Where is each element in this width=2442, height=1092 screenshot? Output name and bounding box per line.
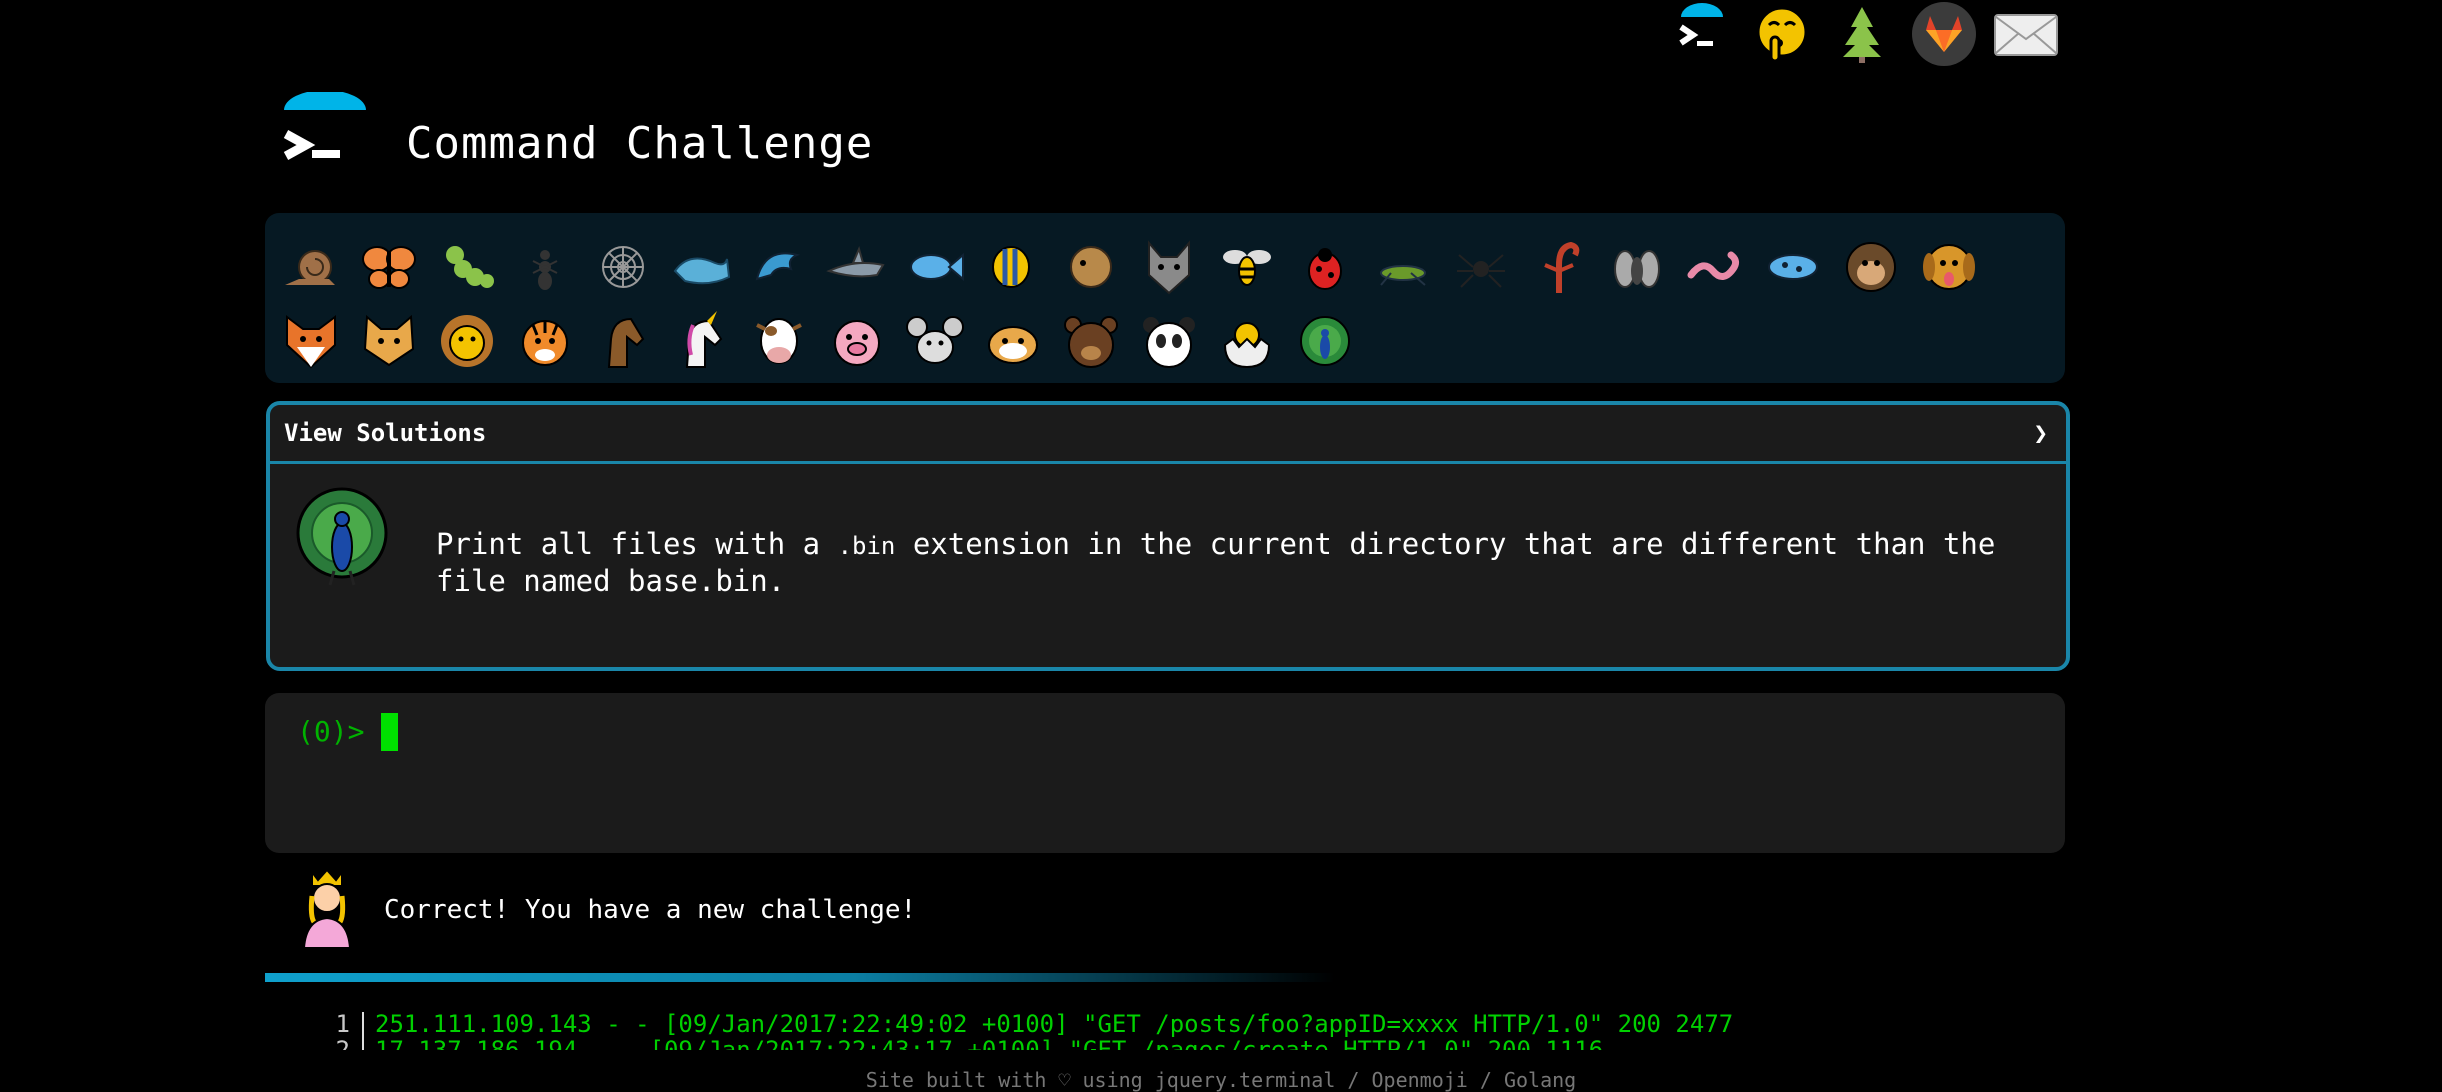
blowfish-icon[interactable]	[1055, 231, 1127, 303]
spider-web-icon[interactable]	[587, 231, 659, 303]
horse-icon[interactable]	[587, 305, 659, 377]
bee-icon[interactable]	[1211, 231, 1283, 303]
challenge-description: Print all files with a .bin extension in…	[436, 527, 2036, 599]
solutions-panel: View Solutions ❯ Print all files with a …	[266, 401, 2070, 671]
solutions-toggle[interactable]: View Solutions ❯	[270, 405, 2066, 464]
ladybug-icon[interactable]	[1289, 231, 1361, 303]
hamster-icon[interactable]	[977, 305, 1049, 377]
page-title: Command Challenge	[406, 118, 874, 169]
panda-icon[interactable]	[1133, 305, 1205, 377]
unicorn-icon[interactable]	[665, 305, 737, 377]
fly-icon[interactable]	[1601, 231, 1673, 303]
line-number: 1	[335, 1010, 350, 1038]
fox-face-icon[interactable]	[275, 305, 347, 377]
dolphin-icon[interactable]	[743, 231, 815, 303]
mouse-face-icon[interactable]	[899, 305, 971, 377]
tropical-fish-icon[interactable]	[977, 231, 1049, 303]
monkey-face-icon[interactable]	[1835, 231, 1907, 303]
envelope-icon[interactable]	[1992, 0, 2060, 68]
wolf-icon[interactable]	[1133, 231, 1205, 303]
princess-icon	[290, 866, 364, 950]
pig-face-icon[interactable]	[821, 305, 893, 377]
whale-icon[interactable]	[665, 231, 737, 303]
terminal-logo-icon[interactable]	[1668, 0, 1736, 68]
line-text: 251.111.109.143 - - [09/Jan/2017:22:49:0…	[375, 1010, 1734, 1038]
task-text-prefix: Print all files with a	[436, 527, 838, 561]
snail-icon[interactable]	[275, 231, 347, 303]
tree-icon[interactable]	[1828, 0, 1896, 68]
butterfly-icon[interactable]	[353, 231, 425, 303]
peacock-icon	[294, 485, 390, 589]
line-separator	[362, 1038, 364, 1050]
chevron-right-icon: ❯	[2033, 419, 2048, 447]
sample-file-preview: 1 251.111.109.143 - - [09/Jan/2017:22:49…	[320, 1010, 2080, 1050]
lion-face-icon[interactable]	[431, 305, 503, 377]
terminal-prompt: (0)>	[297, 715, 365, 748]
microbe-icon[interactable]	[1757, 231, 1829, 303]
terminal-cursor	[381, 713, 398, 751]
feedback-message: Correct! You have a new challenge!	[384, 895, 917, 925]
ant-icon[interactable]	[509, 231, 581, 303]
scorpion-icon[interactable]	[1523, 231, 1595, 303]
line-number: 2	[335, 1036, 350, 1050]
footer: Site built with ♡ using jquery.terminal …	[865, 1068, 1577, 1092]
cow-face-icon[interactable]	[743, 305, 815, 377]
hatching-chick-icon[interactable]	[1211, 305, 1283, 377]
fish-icon[interactable]	[899, 231, 971, 303]
divider	[265, 973, 1335, 982]
solutions-label: View Solutions	[284, 419, 487, 447]
worm-icon[interactable]	[1679, 231, 1751, 303]
cat-face-icon[interactable]	[353, 305, 425, 377]
peacock-icon[interactable]	[1289, 305, 1361, 377]
bear-icon[interactable]	[1055, 305, 1127, 377]
task-code: .bin	[837, 532, 896, 560]
shark-icon[interactable]	[821, 231, 893, 303]
tiger-face-icon[interactable]	[509, 305, 581, 377]
dog-face-icon[interactable]	[1913, 231, 1985, 303]
gitlab-icon[interactable]	[1910, 0, 1978, 68]
challenge-list	[265, 213, 2065, 383]
logo-icon[interactable]	[280, 90, 370, 182]
line-text: 17.137.186.194 - - [09/Jan/2017:22:43:17…	[375, 1036, 1604, 1050]
caterpillar-icon[interactable]	[431, 231, 503, 303]
spider-icon[interactable]	[1445, 231, 1517, 303]
cricket-icon[interactable]	[1367, 231, 1439, 303]
terminal[interactable]: (0)>	[265, 693, 2065, 853]
shushing-face-icon[interactable]	[1748, 0, 1816, 68]
top-nav	[1668, 0, 2064, 68]
